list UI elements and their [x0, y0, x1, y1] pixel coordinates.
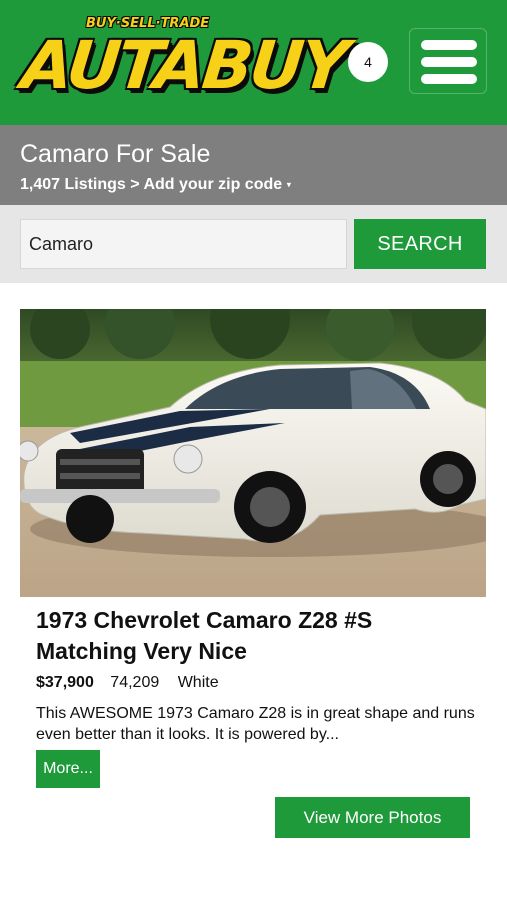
listing-photo[interactable] [20, 309, 486, 597]
chevron-down-icon: ▾ [286, 179, 292, 190]
page-title: Camaro For Sale [20, 140, 211, 168]
logo-wordmark: AUTABUY [18, 27, 350, 104]
search-input[interactable] [20, 219, 347, 269]
hamburger-menu-icon[interactable] [409, 28, 487, 94]
listings-zip-link[interactable]: 1,407 Listings > Add your zip code ▾ [20, 176, 291, 194]
autabuy-logo[interactable]: BUY·SELL·TRADE AUTABUY [18, 16, 349, 108]
listing-description: This AWESOME 1973 Camaro Z28 is in great… [36, 705, 475, 743]
listing-meta: $37,900 74,209 White [36, 674, 219, 692]
car-photo-image [20, 309, 486, 597]
listing-mileage: 74,209 [110, 674, 160, 691]
view-more-photos-button[interactable]: View More Photos [275, 797, 470, 838]
listing-color: White [177, 674, 219, 691]
more-button[interactable]: More... [36, 750, 100, 788]
notification-count-badge[interactable]: 4 [348, 42, 388, 82]
listings-count-text: 1,407 Listings > Add your zip code [20, 176, 283, 193]
listing-price: $37,900 [36, 674, 94, 691]
search-button[interactable]: SEARCH [354, 219, 486, 269]
listing-title[interactable]: 1973 Chevrolet Camaro Z28 #S Matching Ve… [36, 605, 476, 667]
